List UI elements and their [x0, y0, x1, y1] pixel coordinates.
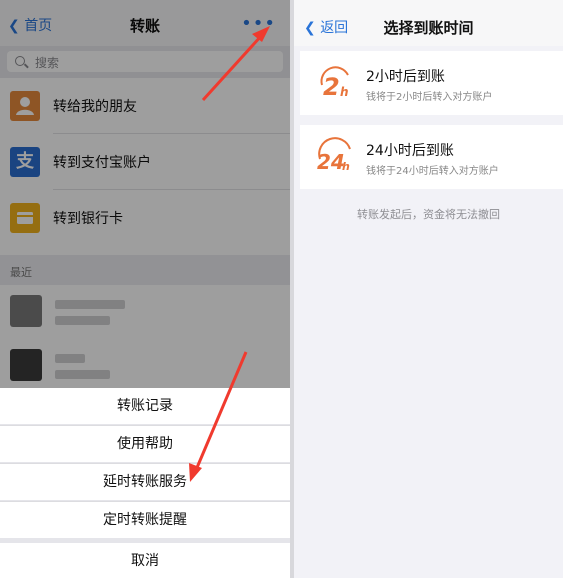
badge-24h-icon: 24 h: [316, 137, 356, 177]
svg-text:h: h: [340, 85, 349, 99]
option-subtitle: 钱将于2小时后转入对方账户: [366, 92, 493, 103]
svg-text:24: 24: [317, 150, 345, 174]
transfer-screen: ❮ 首页 转账 ••• 搜索 转给我的朋友 支 转到支付宝账户 转到银行卡 最近: [0, 0, 290, 578]
sheet-item-help[interactable]: 使用帮助: [0, 426, 290, 462]
sheet-cancel-button[interactable]: 取消: [0, 543, 290, 578]
action-sheet: 转账记录 使用帮助 延时转账服务 定时转账提醒 取消: [0, 388, 290, 578]
sheet-item-scheduled-reminder[interactable]: 定时转账提醒: [0, 502, 290, 538]
page-title: 选择到账时间: [383, 19, 474, 37]
option-title: 2小时后到账: [366, 69, 445, 85]
svg-text:2: 2: [323, 73, 340, 101]
sheet-item-delayed-transfer[interactable]: 延时转账服务: [0, 464, 290, 500]
option-24-hours[interactable]: 24 h 24小时后到账 钱将于24小时后转入对方账户: [300, 125, 563, 189]
sheet-item-transfer-records[interactable]: 转账记录: [0, 388, 290, 424]
option-2-hours[interactable]: 2 h 2小时后到账 钱将于2小时后转入对方账户: [300, 51, 563, 115]
nav-bar: ❮ 返回 选择到账时间: [294, 0, 563, 46]
arrival-time-screen: ❮ 返回 选择到账时间 2 h 2小时后到账 钱将于2小时后转入对方账户 24 …: [294, 0, 563, 578]
badge-2h-icon: 2 h: [316, 63, 356, 103]
option-subtitle: 钱将于24小时后转入对方账户: [366, 166, 499, 177]
irreversible-note: 转账发起后，资金将无法撤回: [357, 208, 500, 221]
option-title: 24小时后到账: [366, 143, 454, 159]
svg-text:h: h: [342, 160, 350, 173]
